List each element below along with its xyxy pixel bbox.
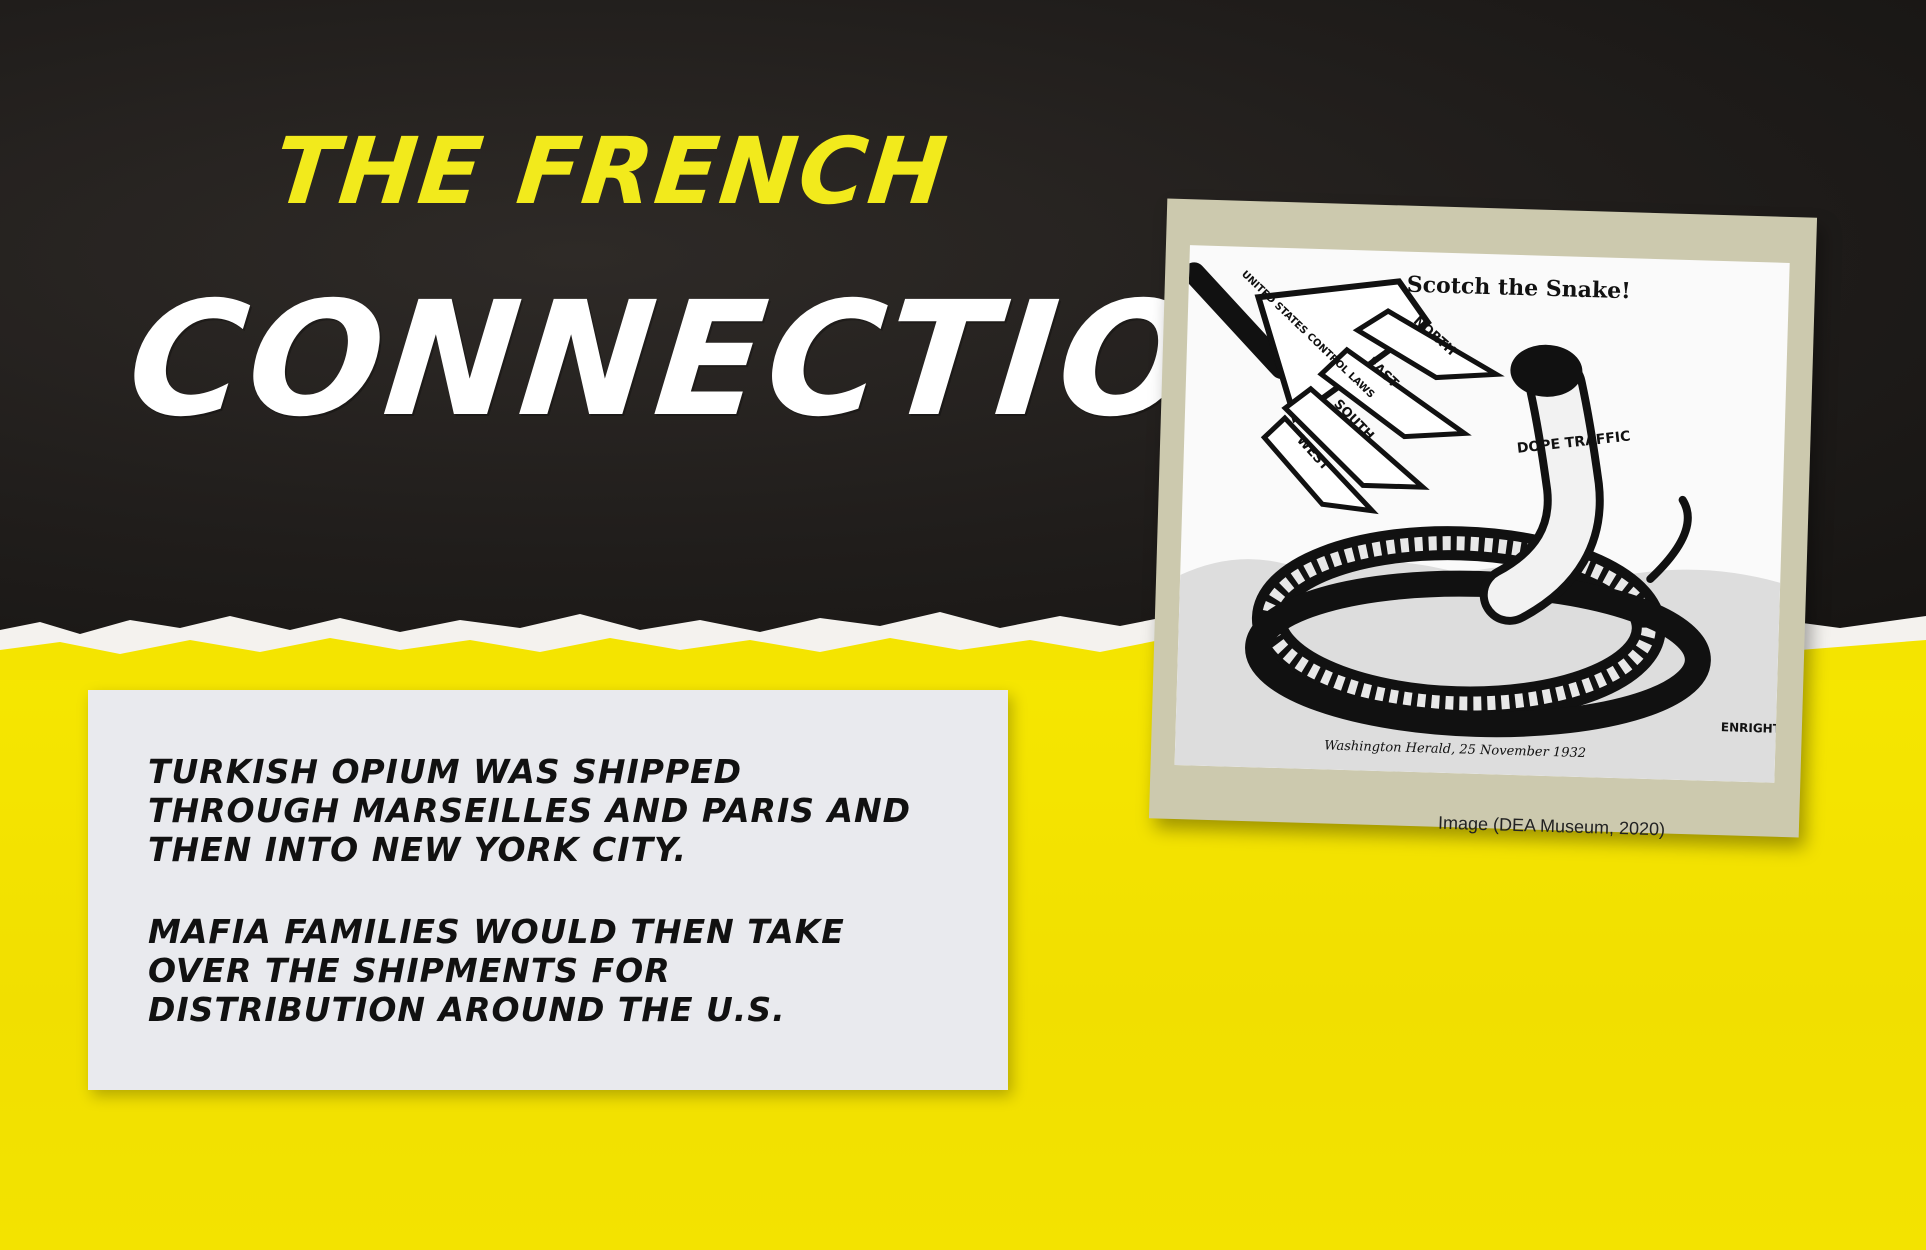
note-paragraph-2: Mafia families would then take over the … <box>148 912 845 1029</box>
snake-drawing <box>1174 344 1781 783</box>
cartoon-photo-frame: Scotch the Snake! UNITED STATES CONTROL … <box>1148 198 1818 838</box>
page-title-line-2: Connection <box>120 268 1342 452</box>
cartoon-image: Scotch the Snake! UNITED STATES CONTROL … <box>1174 245 1790 783</box>
note-card: Turkish opium was shipped through Marsei… <box>88 690 1008 1090</box>
page-title-line-1: The French <box>269 118 954 225</box>
note-paragraph-1: Turkish opium was shipped through Marsei… <box>148 752 912 869</box>
pitchfork-drawing <box>1183 262 1505 515</box>
cartoon-headline: Scotch the Snake! <box>1406 272 1631 305</box>
cartoon-signature: ENRIGHT <box>1721 720 1782 736</box>
